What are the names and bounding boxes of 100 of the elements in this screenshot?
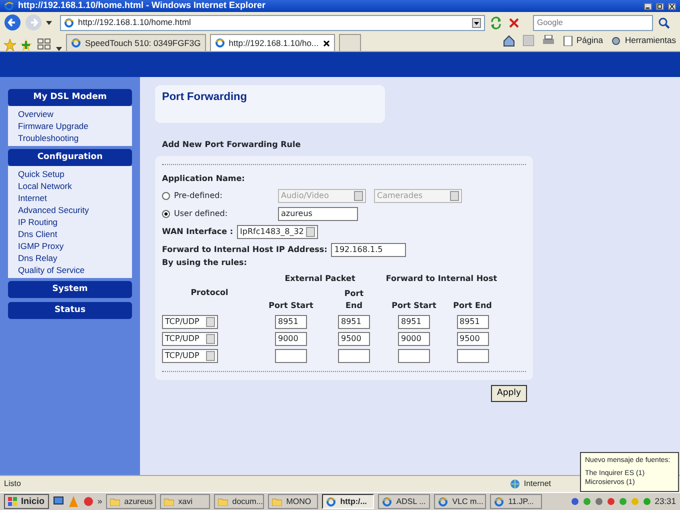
star-icon[interactable] (4, 39, 16, 51)
sidebar-link[interactable]: IGMP Proxy (18, 240, 122, 252)
circle-icon[interactable] (82, 496, 94, 507)
app-icon (326, 496, 336, 506)
clock: 23:31 (654, 495, 676, 508)
port-field[interactable]: 8951 (275, 315, 307, 329)
close-icon[interactable] (322, 40, 330, 46)
port-field[interactable]: 8951 (456, 315, 488, 329)
sidebar-heading[interactable]: Configuration (8, 149, 132, 166)
new-tab-button[interactable] (338, 34, 361, 51)
refresh-icon[interactable] (489, 16, 503, 30)
app-icon (494, 496, 504, 506)
radio-label: User defined: (174, 208, 229, 220)
sidebar-link[interactable]: Advanced Security (18, 204, 122, 216)
taskbar-button[interactable]: xavi (160, 494, 210, 509)
protocol-dropdown[interactable]: TCP/UDP (162, 315, 218, 329)
port-field[interactable]: 8951 (398, 315, 430, 329)
port-field[interactable]: 9000 (275, 332, 307, 346)
tab-grid-icon[interactable] (36, 37, 52, 51)
sidebar-link[interactable]: Internet (18, 192, 122, 204)
sidebar-link[interactable]: IP Routing (18, 216, 122, 228)
column-header: Port Start (390, 300, 438, 312)
print-icon[interactable] (542, 35, 554, 46)
dropdown[interactable]: IpRfc1483_8_32 (237, 225, 318, 239)
ie-logo-icon (71, 38, 81, 48)
sidebar-link[interactable]: Dns Relay (18, 252, 122, 264)
taskbar-button[interactable]: VLC m... (434, 494, 486, 509)
sidebar-heading[interactable]: System (8, 281, 132, 298)
field-label: By using the rules: (162, 257, 248, 269)
command-menu[interactable]: Herramientas (610, 34, 676, 47)
protocol-dropdown[interactable]: TCP/UDP (162, 332, 218, 346)
port-field[interactable] (338, 349, 370, 363)
radio-label: Pre-defined: (174, 190, 224, 202)
port-field[interactable] (456, 349, 488, 363)
sidebar-link[interactable]: Overview (18, 108, 122, 120)
stop-icon[interactable] (507, 16, 521, 30)
sidebar-link[interactable]: Dns Client (18, 228, 122, 240)
folder-icon (110, 498, 120, 506)
text-field[interactable]: azureus (278, 207, 358, 221)
sidebar-link[interactable]: Quality of Service (18, 264, 122, 276)
column-header: Port End (452, 300, 493, 312)
close-icon[interactable] (668, 2, 676, 10)
sidebar-heading[interactable]: Status (8, 302, 132, 319)
command-menu[interactable]: Página (562, 34, 603, 47)
browser-tab[interactable]: SpeedTouch 510: 0349FGF3G (66, 34, 206, 51)
add-favorite-icon[interactable] (20, 39, 32, 51)
taskbar-button[interactable]: MONO (268, 494, 318, 509)
taskbar-button[interactable]: azureus (106, 494, 156, 509)
dropdown-icon[interactable] (472, 18, 481, 28)
taskbar-button[interactable]: 11.JP... (490, 494, 542, 509)
gear-icon (610, 36, 621, 46)
column-header: Port End (343, 288, 365, 312)
desktop-icon[interactable] (52, 496, 64, 507)
field-label: Application Name: (162, 173, 246, 185)
sidebar-heading[interactable]: My DSL Modem (8, 89, 132, 106)
more-button[interactable]: » (98, 495, 102, 508)
window-title: http://192.168.1.10/home.html - Windows Internet Explorer (18, 0, 266, 12)
port-field[interactable]: 9500 (338, 332, 370, 346)
globe-icon (510, 479, 520, 489)
ie-logo-icon (4, 1, 14, 11)
port-field[interactable] (398, 349, 430, 363)
browser-tab[interactable]: http://192.168.1.10/ho... (210, 34, 335, 51)
sidebar-link[interactable]: Quick Setup (18, 168, 122, 180)
app-icon (438, 496, 448, 506)
folder-icon (164, 498, 174, 506)
page-title: Port Forwarding (155, 85, 385, 123)
caret-icon[interactable] (46, 20, 52, 24)
search-icon[interactable] (657, 16, 671, 30)
taskbar-button[interactable]: http:/... (322, 494, 374, 509)
port-field[interactable]: 9500 (456, 332, 488, 346)
field-label: Forward to Internal Host IP Address: (162, 244, 328, 256)
maximize-icon[interactable] (656, 2, 664, 10)
ip-address-field[interactable]: 192.168.1.5 (331, 243, 406, 257)
folder-icon (218, 498, 228, 506)
minimize-icon[interactable] (644, 2, 652, 10)
start-button[interactable]: Inicio (4, 494, 49, 509)
radio-button[interactable] (162, 192, 170, 200)
taskbar-button[interactable]: docum... (214, 494, 264, 509)
port-field[interactable] (275, 349, 307, 363)
field-label: WAN Interface : (162, 226, 234, 238)
column-header: Protocol (190, 286, 230, 298)
column-group-header: External Packet (284, 273, 356, 285)
address-field[interactable]: http://192.168.1.10/home.html (60, 14, 485, 30)
taskbar-button[interactable]: ADSL ... (378, 494, 430, 509)
ie-logo-icon (214, 38, 225, 48)
radio-button[interactable] (162, 210, 170, 218)
home-icon[interactable] (502, 34, 514, 47)
sidebar-link[interactable]: Firmware Upgrade (18, 120, 122, 132)
sidebar-link[interactable]: Troubleshooting (18, 132, 122, 144)
status-text: Listo (4, 478, 22, 490)
apply-button[interactable]: Apply (491, 385, 527, 402)
column-header: Port Start (268, 300, 314, 312)
protocol-dropdown[interactable]: TCP/UDP (162, 349, 218, 363)
sidebar-link[interactable]: Local Network (18, 180, 122, 192)
section-title: Add New Port Forwarding Rule (162, 139, 302, 151)
port-field[interactable]: 9000 (398, 332, 430, 346)
back-icon[interactable] (4, 14, 21, 31)
app-icon (382, 496, 392, 506)
port-field[interactable]: 8951 (338, 315, 370, 329)
search-field[interactable]: Google (533, 14, 653, 30)
